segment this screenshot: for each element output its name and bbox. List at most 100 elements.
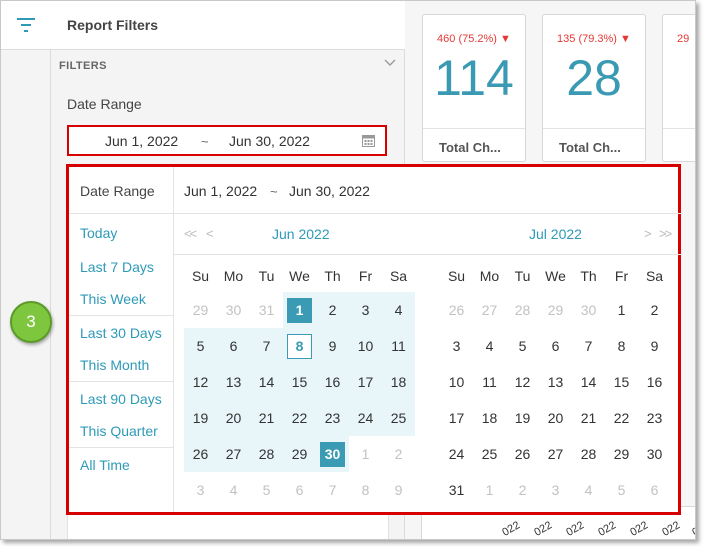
day-cell[interactable]: 19 [506, 400, 539, 436]
day-cell[interactable]: 5 [184, 328, 217, 364]
day-cell[interactable]: 2 [316, 292, 349, 328]
day-cell[interactable]: 8 [349, 472, 382, 508]
day-cell[interactable]: 1 [349, 436, 382, 472]
day-cell[interactable]: 4 [572, 472, 605, 508]
day-cell[interactable]: 12 [506, 364, 539, 400]
day-cell[interactable]: 14 [572, 364, 605, 400]
preset-this-week[interactable]: This Week [80, 291, 146, 307]
preset-all-time[interactable]: All Time [80, 457, 130, 473]
day-cell[interactable]: 31 [250, 292, 283, 328]
day-cell[interactable]: 23 [316, 400, 349, 436]
prev-month-icon[interactable]: < [206, 226, 213, 241]
day-cell[interactable]: 13 [217, 364, 250, 400]
day-cell[interactable]: 4 [382, 292, 415, 328]
preset-last-30-days[interactable]: Last 30 Days [80, 325, 162, 341]
day-cell[interactable]: 22 [283, 400, 316, 436]
day-cell[interactable]: 14 [250, 364, 283, 400]
day-cell[interactable]: 6 [638, 472, 671, 508]
day-cell[interactable]: 3 [184, 472, 217, 508]
day-cell[interactable]: 31 [440, 472, 473, 508]
day-cell[interactable]: 29 [539, 292, 572, 328]
day-cell[interactable]: 5 [250, 472, 283, 508]
day-cell[interactable]: 26 [440, 292, 473, 328]
day-cell[interactable]: 15 [605, 364, 638, 400]
preset-last-90-days[interactable]: Last 90 Days [80, 391, 162, 407]
day-cell[interactable]: 21 [250, 400, 283, 436]
calendar-icon[interactable] [362, 134, 375, 147]
day-cell[interactable]: 24 [440, 436, 473, 472]
day-cell[interactable]: 19 [184, 400, 217, 436]
day-cell[interactable]: 18 [382, 364, 415, 400]
day-cell[interactable]: 1 [473, 472, 506, 508]
day-cell[interactable]: 27 [217, 436, 250, 472]
day-cell[interactable]: 25 [473, 436, 506, 472]
preset-this-quarter[interactable]: This Quarter [80, 423, 158, 439]
preset-today[interactable]: Today [80, 225, 117, 241]
metric-card[interactable]: 460 (75.2%) ▼ 114 Total Ch... [422, 14, 526, 162]
day-cell[interactable]: 8 [283, 328, 316, 364]
day-cell[interactable]: 11 [382, 328, 415, 364]
day-cell[interactable]: 6 [283, 472, 316, 508]
day-cell[interactable]: 26 [184, 436, 217, 472]
day-cell[interactable]: 23 [638, 400, 671, 436]
day-cell[interactable]: 27 [539, 436, 572, 472]
day-cell[interactable]: 5 [605, 472, 638, 508]
day-cell[interactable]: 3 [539, 472, 572, 508]
day-cell[interactable]: 7 [316, 472, 349, 508]
month-title-left[interactable]: Jun 2022 [272, 226, 330, 242]
day-cell[interactable]: 21 [572, 400, 605, 436]
day-cell[interactable]: 11 [473, 364, 506, 400]
day-cell[interactable]: 16 [638, 364, 671, 400]
day-cell[interactable]: 2 [382, 436, 415, 472]
day-cell[interactable]: 17 [349, 364, 382, 400]
chevron-down-icon[interactable] [384, 59, 396, 67]
day-cell[interactable]: 9 [638, 328, 671, 364]
day-cell[interactable]: 1 [283, 292, 316, 328]
filter-field-box[interactable] [67, 513, 389, 539]
day-cell[interactable]: 16 [316, 364, 349, 400]
day-cell[interactable]: 17 [440, 400, 473, 436]
day-cell[interactable]: 24 [349, 400, 382, 436]
day-cell[interactable]: 29 [283, 436, 316, 472]
day-cell[interactable]: 6 [217, 328, 250, 364]
day-cell[interactable]: 10 [440, 364, 473, 400]
next-month-icon[interactable]: > [644, 226, 651, 241]
day-cell[interactable]: 12 [184, 364, 217, 400]
day-cell[interactable]: 4 [217, 472, 250, 508]
day-cell[interactable]: 13 [539, 364, 572, 400]
day-cell[interactable]: 9 [316, 328, 349, 364]
day-cell[interactable]: 7 [572, 328, 605, 364]
day-cell[interactable]: 2 [506, 472, 539, 508]
day-cell[interactable]: 10 [349, 328, 382, 364]
date-range-input[interactable]: Jun 1, 2022 ~ Jun 30, 2022 [67, 125, 387, 156]
day-cell[interactable]: 27 [473, 292, 506, 328]
day-cell[interactable]: 15 [283, 364, 316, 400]
prev-year-icon[interactable]: << [184, 226, 197, 241]
day-cell[interactable]: 29 [184, 292, 217, 328]
day-cell[interactable]: 18 [473, 400, 506, 436]
day-cell[interactable]: 22 [605, 400, 638, 436]
day-cell[interactable]: 4 [473, 328, 506, 364]
metric-card[interactable]: 135 (79.3%) ▼ 28 Total Ch... [542, 14, 646, 162]
month-title-right[interactable]: Jul 2022 [529, 226, 582, 242]
day-cell[interactable]: 30 [217, 292, 250, 328]
day-cell[interactable]: 3 [440, 328, 473, 364]
day-cell[interactable]: 3 [349, 292, 382, 328]
day-cell[interactable]: 29 [605, 436, 638, 472]
day-cell[interactable]: 30 [572, 292, 605, 328]
day-cell[interactable]: 1 [605, 292, 638, 328]
day-cell[interactable]: 26 [506, 436, 539, 472]
day-cell[interactable]: 28 [506, 292, 539, 328]
preset-last-7-days[interactable]: Last 7 Days [80, 259, 154, 275]
preset-this-month[interactable]: This Month [80, 357, 149, 373]
day-cell[interactable]: 30 [638, 436, 671, 472]
day-cell[interactable]: 8 [605, 328, 638, 364]
day-cell[interactable]: 20 [217, 400, 250, 436]
filter-toggle-button[interactable] [1, 1, 51, 50]
day-cell[interactable]: 6 [539, 328, 572, 364]
day-cell[interactable]: 25 [382, 400, 415, 436]
day-cell[interactable]: 30 [316, 436, 349, 472]
next-year-icon[interactable]: >> [659, 226, 672, 241]
metric-card[interactable]: 29 [662, 14, 695, 162]
day-cell[interactable]: 28 [572, 436, 605, 472]
